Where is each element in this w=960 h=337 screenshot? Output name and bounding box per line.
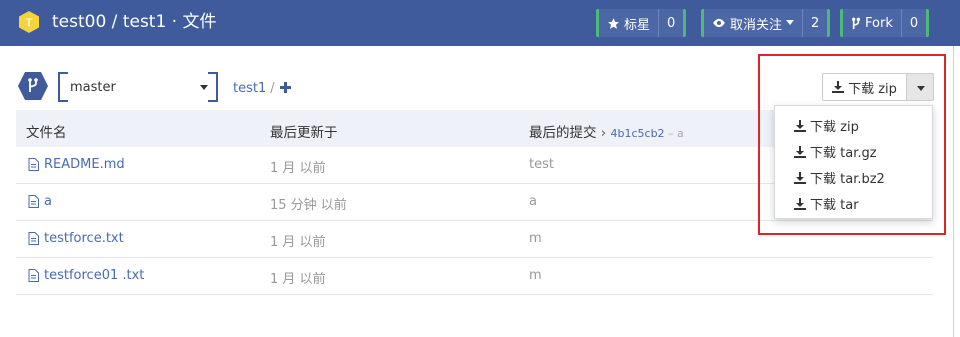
fork-count: 0 [900,9,926,37]
breadcrumb-separator: / [270,81,275,96]
download-icon [794,119,806,132]
file-updated: 15 分钟 以前 [270,198,347,213]
last-commit-message: – a [664,127,684,140]
chevron-down-icon [917,86,925,91]
file-commit-message[interactable]: a [529,194,537,209]
star-count: 0 [658,9,683,37]
download-icon [794,197,806,210]
download-zip-button[interactable]: 下载 zip [822,73,907,101]
menu-item-label: 下载 tar.bz2 [810,172,885,187]
add-file-icon[interactable] [280,82,291,93]
table-row: testforce.txt 1 月 以前 m [16,221,933,258]
breadcrumb: test1 / [233,81,279,96]
download-icon [794,171,806,184]
column-header-updated: 最后更新于 [270,125,338,141]
watch-button[interactable]: 取消关注 2 [701,9,831,37]
breadcrumb-root-link[interactable]: test1 [233,81,266,96]
column-header-name: 文件名 [26,125,67,141]
menu-item-download-zip[interactable]: 下载 zip [794,116,859,135]
star-icon [608,17,619,29]
app-header: T test00 / test1 · 文件 标星 0 取消关注 2 Fork 0 [0,0,960,46]
table-row: testforce01 .txt 1 月 以前 m [16,258,933,295]
file-link[interactable]: README.md [28,157,125,172]
file-icon [28,269,39,282]
watch-label: 取消关注 [730,17,783,33]
file-icon [28,232,39,245]
download-zip-label: 下载 zip [848,81,897,97]
last-commit-id[interactable]: 4b1c5cb2 [611,127,665,140]
svg-text:T: T [25,17,33,30]
download-dropdown-toggle[interactable] [906,73,934,101]
file-name: testforce01 .txt [44,268,145,283]
star-label: 标星 [624,17,651,33]
file-commit-message[interactable]: m [529,268,542,283]
file-icon [28,195,39,208]
page-edge-divider [953,46,954,337]
file-link[interactable]: testforce01 .txt [28,268,144,283]
star-button[interactable]: 标星 0 [596,9,687,37]
chevron-down-icon [200,85,208,90]
fork-button[interactable]: Fork 0 [840,9,930,37]
menu-item-label: 下载 zip [810,120,859,135]
menu-item-download-tar[interactable]: 下载 tar [794,194,859,213]
watch-count: 2 [802,9,827,37]
download-menu: 下载 zip 下载 tar.gz 下载 tar.bz2 下载 tar [774,105,933,219]
fork-label: Fork [865,15,893,31]
download-icon [832,81,845,93]
file-commit-message[interactable]: m [529,231,542,246]
eye-icon [713,18,725,28]
chevron-right-icon: › [600,125,607,141]
logo-icon[interactable]: T [17,10,41,34]
file-name: testforce.txt [44,231,124,246]
download-icon [794,145,806,158]
chevron-down-icon [786,20,795,25]
file-updated: 1 月 以前 [270,272,326,287]
file-name: a [44,194,52,209]
menu-item-download-tar-gz[interactable]: 下载 tar.gz [794,142,877,161]
branch-name: master [70,79,116,95]
file-link[interactable]: testforce.txt [28,231,124,246]
branch-icon [18,72,48,100]
menu-item-download-tar-bz2[interactable]: 下载 tar.bz2 [794,168,885,187]
file-commit-message[interactable]: test [529,157,554,172]
file-icon [28,158,39,171]
file-updated: 1 月 以前 [270,235,326,250]
repo-title[interactable]: test00 / test1 · 文件 [52,12,217,32]
branch-select[interactable]: master [58,72,218,102]
file-updated: 1 月 以前 [270,161,326,176]
commit-header-label: 最后的提交 [529,125,597,141]
file-name: README.md [44,157,125,172]
menu-item-label: 下载 tar [810,198,859,213]
file-link[interactable]: a [28,194,52,209]
menu-item-label: 下载 tar.gz [810,146,877,161]
column-header-commit: 最后的提交 › 4b1c5cb2 – a [529,121,684,141]
fork-icon [852,17,860,29]
